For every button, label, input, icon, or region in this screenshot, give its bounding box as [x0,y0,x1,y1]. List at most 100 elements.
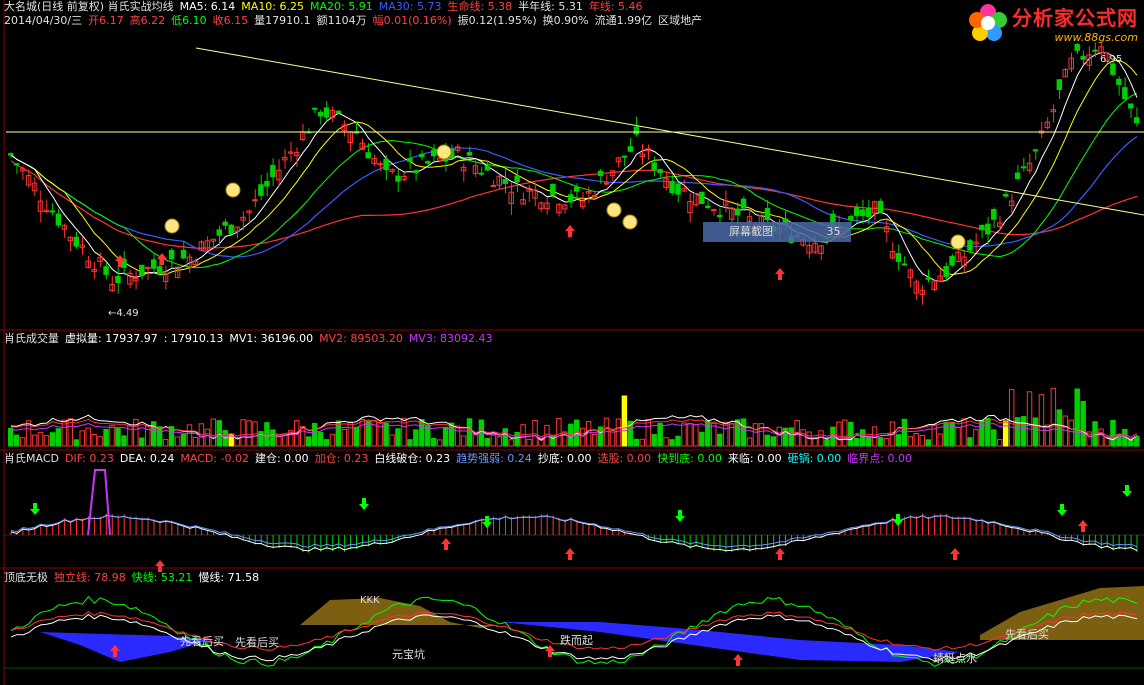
volh-item: MV1: 36196.00 [229,332,314,345]
volume-bar [615,418,622,447]
kkk-label: KKK [360,595,380,606]
volume-bar [359,418,365,447]
price-candle [985,223,991,235]
price-candle [407,158,413,162]
volume-bar [925,439,931,447]
price-candle [716,214,723,218]
volume-bar [609,430,616,447]
volume-bar [675,435,681,447]
volume-bar [812,437,818,447]
row2-item: 高6.22 [129,14,166,27]
volume-bar [317,431,324,447]
screenshot-popup[interactable]: 屏幕截图 35 [703,222,851,242]
volume-bar [103,429,109,447]
volume-bar [997,439,1003,447]
price-candle [591,195,598,198]
price-candle [419,153,425,158]
price-candle [859,209,866,217]
volume-bar [133,418,139,447]
macdh-item: DIF: 0.23 [64,452,114,465]
price-candle [675,183,681,195]
volume-bar [818,430,824,447]
volume-bar [758,423,765,447]
volume-bar [323,439,330,447]
volume-bar [740,418,747,447]
price-candle [633,126,640,135]
volume-bar [836,421,842,447]
price-candle [901,263,908,266]
price-candle [550,183,556,195]
row2-item: 低6.10 [171,14,207,27]
up-arrow-icon [565,225,575,237]
volume-bar [210,418,217,447]
ma30-line [10,136,1138,258]
price-candle [365,152,371,159]
volume-bar [13,434,20,447]
volume-bar [431,437,437,447]
price-candle [1122,87,1128,100]
volume-bar [1128,439,1134,447]
down-arrow-icon [893,514,903,526]
volume-bar [1050,387,1057,447]
price-candle [1128,103,1134,109]
volume-bar [883,438,890,447]
volume-bar [365,420,371,447]
volume-bar [919,434,926,447]
volume-bar [73,439,79,447]
toph-item: 独立线: 78.98 [54,571,126,584]
indicator-label: 先看后买 [180,634,224,648]
price-candle [323,107,330,118]
macdh-item: 来临: 0.00 [727,452,782,465]
row2-item: 幅0.01(0.16%) [372,14,452,27]
volume-bar [705,420,711,447]
macdh-item: 快到底: 0.00 [657,452,722,465]
price-candle [991,209,997,220]
price-candle [1020,166,1027,169]
volume-bar [848,421,854,447]
volume-bar [973,428,979,447]
volume-bar [442,426,449,447]
volume-bar [1074,388,1080,447]
price-candle [49,210,56,213]
volume-bar [621,395,628,447]
price-candle [103,266,109,275]
volume-bar [1026,391,1033,447]
price-candle [979,224,985,231]
macd-header: 肖氏MACD DIF: 0.23 DEA: 0.24 MACD: -0.02 建仓: 0… [4,452,918,466]
volume-bar [1110,419,1116,447]
price-candle [264,180,270,187]
smiley-icon [606,202,622,218]
price-candle [1080,56,1086,60]
volume-bar [109,425,115,447]
price-candle [669,181,675,193]
row2-item: 额1104万 [316,14,367,27]
volume-bar [115,428,121,447]
volume-bar [139,437,145,447]
volume-bar [121,435,127,447]
volume-bar [1014,417,1021,447]
price-candle [854,206,860,217]
volume-bar [764,434,771,447]
volume-bar [579,427,586,447]
volume-bar [1020,416,1027,447]
volume-bar [347,421,354,447]
volume-bar [955,427,961,447]
volume-bar [711,423,717,447]
price-candle [925,277,931,280]
topbottom-header: 顶底无极 独立线: 78.98 快线: 53.21 慢线: 71.58 [4,571,265,585]
volume-bar [192,436,199,447]
price-candle [895,253,902,262]
volume-bar [639,438,645,447]
volume-header: 肖氏成交量 虚拟量: 17937.97: 17910.13 MV1: 36196.0… [4,332,499,346]
volume-bar [991,429,997,447]
volume-bar [395,428,401,447]
indicator-label: 元宝坑 [392,647,425,661]
smiley-icon [225,182,241,198]
volume-bar [37,431,44,447]
macd-dea-line [10,515,1138,548]
volume-bar [383,422,389,447]
volume-bar [240,419,246,447]
volume-bar [246,420,252,447]
macdh-item: 白线破仓: 0.23 [374,452,451,465]
volume-bar [716,433,723,447]
